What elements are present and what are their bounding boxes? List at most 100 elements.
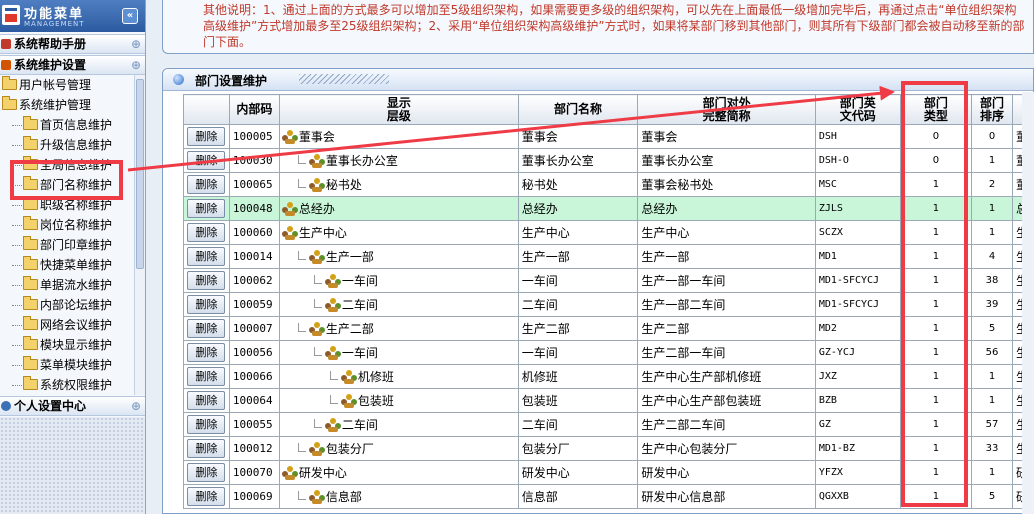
collapse-icon[interactable]: ⊕ <box>130 59 142 71</box>
cell-order[interactable]: 5 <box>971 316 1013 341</box>
delete-button[interactable]: 删除 <box>187 175 226 194</box>
cell-abbr[interactable]: GZ-YCJ <box>814 340 901 365</box>
cell-fullname[interactable]: 生产一部一车间 <box>637 268 816 293</box>
sidebar-item[interactable]: 网络会议维护 <box>12 315 112 335</box>
cell-level[interactable]: 总经办 <box>278 196 519 221</box>
sidebar-item[interactable]: 系统维护管理 <box>2 95 91 115</box>
cell-abbr[interactable]: MD1-SFCYCJ <box>814 292 901 317</box>
cell-level[interactable]: 二车间 <box>278 292 519 317</box>
cell-abbr[interactable]: GZ <box>814 412 901 437</box>
cell-level[interactable]: 信息部 <box>278 484 519 509</box>
delete-button[interactable]: 删除 <box>187 463 226 482</box>
delete-button[interactable]: 删除 <box>187 343 226 362</box>
cell-name[interactable]: 机修班 <box>517 364 639 389</box>
sidebar-item[interactable]: 内部论坛维护 <box>12 295 112 315</box>
cell-name[interactable]: 生产二部 <box>517 316 639 341</box>
cell-name[interactable]: 董事长办公室 <box>517 148 639 173</box>
cell-name[interactable]: 包装班 <box>517 388 639 413</box>
cell-level[interactable]: 生产二部 <box>278 316 519 341</box>
cell-level[interactable]: 一车间 <box>278 340 519 365</box>
delete-button[interactable]: 删除 <box>187 247 226 266</box>
section-help-manual[interactable]: 系统帮助手册 ⊕ <box>0 34 145 54</box>
cell-order[interactable]: 1 <box>971 388 1013 413</box>
cell-name[interactable]: 包装分厂 <box>517 436 639 461</box>
cell-order[interactable]: 57 <box>971 412 1013 437</box>
cell-abbr[interactable]: DSH <box>814 124 901 149</box>
col-header-id[interactable]: 内部码 <box>228 94 280 125</box>
cell-fullname[interactable]: 生产二部 <box>637 316 816 341</box>
cell-name[interactable]: 研发中心 <box>517 460 639 485</box>
cell-level[interactable]: 董事长办公室 <box>278 148 519 173</box>
delete-button[interactable]: 删除 <box>187 199 226 218</box>
cell-abbr[interactable]: MD1-SFCYCJ <box>814 268 901 293</box>
cell-level[interactable]: 包装分厂 <box>278 436 519 461</box>
delete-button[interactable]: 删除 <box>187 295 226 314</box>
cell-level[interactable]: 二车间 <box>278 412 519 437</box>
cell-order[interactable]: 1 <box>971 148 1013 173</box>
sidebar-item[interactable]: 快捷菜单维护 <box>12 255 112 275</box>
cell-order[interactable]: 33 <box>971 436 1013 461</box>
cell-abbr[interactable]: YFZX <box>814 460 901 485</box>
cell-order[interactable]: 1 <box>971 220 1013 245</box>
cell-order[interactable]: 38 <box>971 268 1013 293</box>
cell-name[interactable]: 总经办 <box>517 196 639 221</box>
cell-order[interactable]: 4 <box>971 244 1013 269</box>
sidebar-item[interactable]: 单据流水维护 <box>12 275 112 295</box>
delete-button[interactable]: 删除 <box>187 223 226 242</box>
cell-name[interactable]: 生产一部 <box>517 244 639 269</box>
cell-level[interactable]: 研发中心 <box>278 460 519 485</box>
sidebar-item[interactable]: 菜单模块维护 <box>12 355 112 375</box>
cell-order[interactable]: 1 <box>971 196 1013 221</box>
cell-order[interactable]: 39 <box>971 292 1013 317</box>
cell-name[interactable]: 二车间 <box>517 412 639 437</box>
cell-abbr[interactable]: SCZX <box>814 220 901 245</box>
cell-abbr[interactable]: MD1 <box>814 244 901 269</box>
sidebar-item[interactable]: 部门印章维护 <box>12 235 112 255</box>
delete-button[interactable]: 删除 <box>187 151 226 170</box>
delete-button[interactable]: 删除 <box>187 391 226 410</box>
cell-abbr[interactable]: MD1-BZ <box>814 436 901 461</box>
delete-button[interactable]: 删除 <box>187 487 226 506</box>
cell-fullname[interactable]: 董事会 <box>637 124 816 149</box>
cell-name[interactable]: 二车间 <box>517 292 639 317</box>
sidebar-item[interactable]: 用户帐号管理 <box>2 75 91 95</box>
collapse-sidebar-icon[interactable]: « <box>122 8 138 24</box>
cell-order[interactable]: 5 <box>971 484 1013 509</box>
cell-order[interactable]: 1 <box>971 364 1013 389</box>
cell-order[interactable]: 56 <box>971 340 1013 365</box>
cell-fullname[interactable]: 生产中心 <box>637 220 816 245</box>
cell-abbr[interactable]: MSC <box>814 172 901 197</box>
expand-icon[interactable]: ⊕ <box>130 38 142 50</box>
cell-fullname[interactable]: 生产中心包装分厂 <box>637 436 816 461</box>
cell-fullname[interactable]: 生产一部 <box>637 244 816 269</box>
cell-level[interactable]: 一车间 <box>278 268 519 293</box>
section-system-settings[interactable]: 系统维护设置 ⊕ <box>0 55 145 75</box>
cell-name[interactable]: 信息部 <box>517 484 639 509</box>
cell-order[interactable]: 0 <box>971 124 1013 149</box>
sidebar-item[interactable]: 岗位名称维护 <box>12 215 112 235</box>
cell-name[interactable]: 一车间 <box>517 340 639 365</box>
delete-button[interactable]: 删除 <box>187 319 226 338</box>
sidebar-item[interactable]: 升级信息维护 <box>12 135 112 155</box>
cell-abbr[interactable]: JXZ <box>814 364 901 389</box>
cell-abbr[interactable]: MD2 <box>814 316 901 341</box>
cell-fullname[interactable]: 研发中心 <box>637 460 816 485</box>
cell-abbr[interactable]: DSH-O <box>814 148 901 173</box>
cell-abbr[interactable]: QGXXB <box>814 484 901 509</box>
sidebar-item[interactable]: 首页信息维护 <box>12 115 112 135</box>
col-header-order[interactable]: 部门 排序 <box>971 94 1013 125</box>
cell-name[interactable]: 董事会 <box>517 124 639 149</box>
cell-fullname[interactable]: 生产一部二车间 <box>637 292 816 317</box>
cell-level[interactable]: 董事会 <box>278 124 519 149</box>
cell-abbr[interactable]: BZB <box>814 388 901 413</box>
delete-button[interactable]: 删除 <box>187 271 226 290</box>
sidebar-item[interactable]: 系统权限维护 <box>12 375 112 395</box>
col-header-abbr[interactable]: 部门英 文代码 <box>814 94 901 125</box>
cell-fullname[interactable]: 总经办 <box>637 196 816 221</box>
cell-fullname[interactable]: 生产二部二车间 <box>637 412 816 437</box>
delete-button[interactable]: 删除 <box>187 127 226 146</box>
cell-level[interactable]: 机修班 <box>278 364 519 389</box>
col-header-level[interactable]: 显示 层级 <box>278 94 519 125</box>
delete-button[interactable]: 删除 <box>187 439 226 458</box>
delete-button[interactable]: 删除 <box>187 415 226 434</box>
